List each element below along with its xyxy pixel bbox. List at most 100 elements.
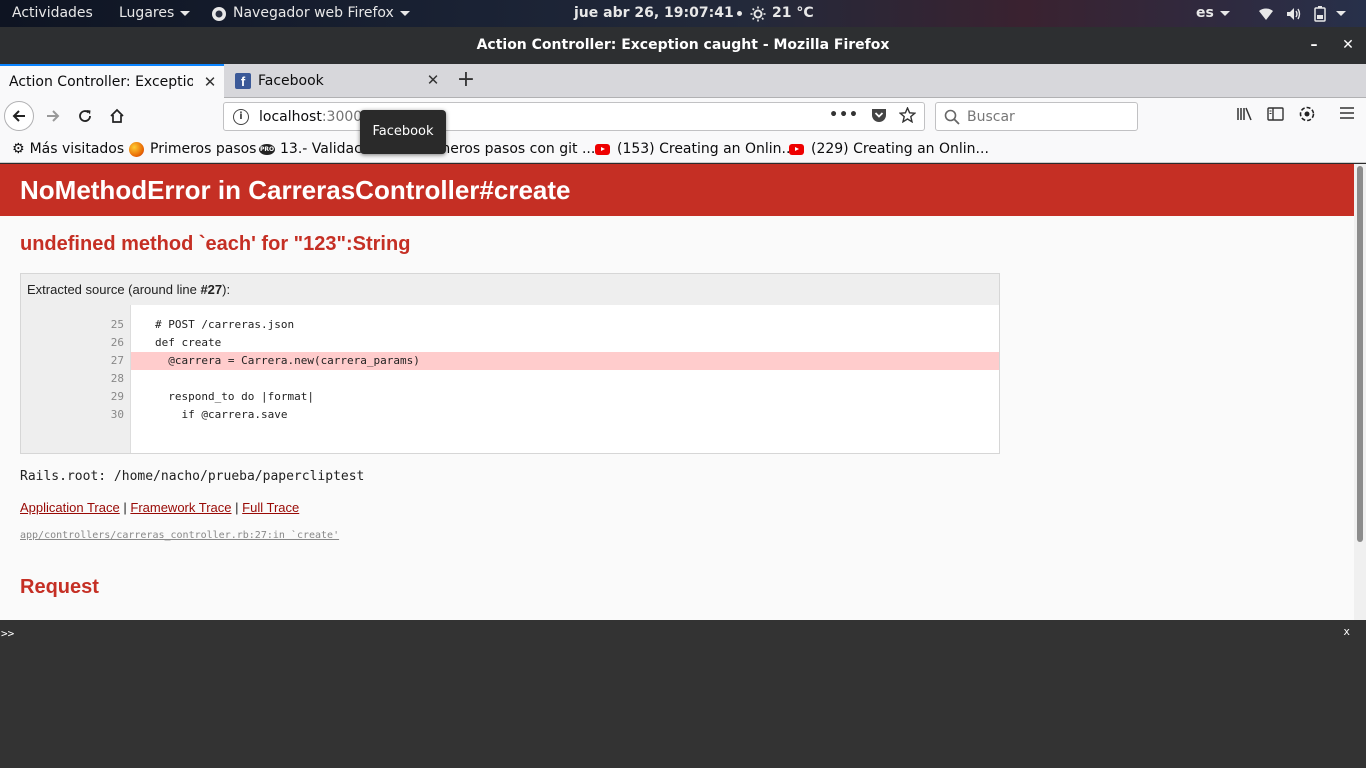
bookmark-most-visited[interactable]: ⚙ Más visitados	[12, 135, 124, 163]
trace-separator: |	[123, 500, 127, 515]
library-button[interactable]	[1236, 106, 1253, 126]
close-tab-icon[interactable]: ✕	[425, 72, 441, 88]
line-number: 30	[110, 408, 124, 421]
code-box: 25 # POST /carreras.json 26 def create 27 …	[21, 305, 999, 453]
line-number: 25	[110, 318, 124, 331]
new-tab-button[interactable]: +	[455, 64, 477, 98]
places-menu[interactable]: Lugares	[119, 0, 191, 27]
reload-icon	[79, 110, 91, 122]
line-number: 27	[110, 354, 124, 367]
tab-facebook[interactable]: f Facebook ✕	[226, 64, 447, 98]
language-label: es	[1196, 5, 1214, 21]
page-content: NoMethodError in CarrerasController#crea…	[0, 164, 1354, 620]
hamburger-menu-icon	[1340, 107, 1354, 119]
bookmark-primeros-pasos[interactable]: Primeros pasos	[129, 135, 256, 163]
page-actions-icon[interactable]: •••	[829, 107, 859, 123]
framework-trace-link[interactable]: Framework Trace	[130, 500, 231, 515]
source-caption-prefix: Extracted source (around line	[27, 282, 201, 297]
sun-icon	[750, 6, 766, 21]
trace-entry-link[interactable]: app/controllers/carreras_controller.rb:2…	[20, 530, 339, 541]
app-menu[interactable]: Navegador web Firefox	[211, 0, 410, 27]
language-selector[interactable]: es	[1196, 0, 1230, 27]
bookmarks-toolbar: ⚙ Más visitados Primeros pasos PRO 13.- Va…	[0, 135, 1366, 163]
line-code: if @carrera.save	[155, 408, 288, 421]
search-bar[interactable]	[935, 102, 1138, 131]
weather-indicator[interactable]: 21 °C	[750, 0, 814, 27]
clock-label: jue abr 26, 19:07:41	[574, 5, 734, 21]
library-icon	[1237, 107, 1252, 121]
system-menu[interactable]	[1258, 0, 1346, 27]
line-code: respond_to do |format|	[155, 390, 314, 403]
firefox-icon	[129, 141, 144, 157]
window-titlebar: Action Controller: Exception caught - Mo…	[0, 27, 1366, 64]
full-trace-link[interactable]: Full Trace	[242, 500, 299, 515]
home-button[interactable]	[102, 101, 132, 131]
activities-button[interactable]: Actividades	[12, 0, 93, 27]
request-heading: Request	[20, 576, 99, 598]
reload-button[interactable]	[70, 101, 100, 131]
tab-tooltip: Facebook	[360, 110, 446, 154]
battery-icon	[1314, 5, 1326, 22]
code-line: 26 def create	[21, 334, 999, 352]
pocket-icon[interactable]	[871, 108, 887, 123]
bookmark-star-icon[interactable]	[899, 107, 916, 123]
menu-button[interactable]	[1339, 106, 1355, 124]
window-title: Action Controller: Exception caught - Mo…	[476, 37, 890, 53]
tab-label: Facebook	[258, 73, 324, 89]
clock[interactable]: jue abr 26, 19:07:41	[574, 0, 742, 27]
search-icon	[944, 109, 960, 125]
facebook-favicon-icon: f	[235, 73, 251, 89]
volume-icon	[1287, 7, 1301, 20]
code-line-highlighted: 27 @carrera = Carrera.new(carrera_params…	[21, 352, 999, 370]
code-line: 30 if @carrera.save	[21, 406, 999, 424]
scrollbar-thumb[interactable]	[1357, 166, 1363, 542]
forward-arrow-icon	[47, 110, 60, 122]
line-number: 28	[110, 372, 124, 385]
tab-action-controller[interactable]: Action Controller: Exception caught ✕	[0, 64, 224, 98]
trace-separator: |	[235, 500, 239, 515]
line-code: @carrera = Carrera.new(carrera_params)	[131, 352, 999, 370]
code-line: 29 respond_to do |format|	[21, 388, 999, 406]
youtube-icon	[595, 143, 610, 155]
back-arrow-icon	[12, 110, 25, 122]
console-prompt: >>	[1, 627, 15, 640]
pro-favicon-icon: PRO	[259, 143, 275, 155]
application-trace-link[interactable]: Application Trace	[20, 500, 120, 515]
trace-links: Application Trace | Framework Trace | Fu…	[20, 500, 299, 515]
bookmark-label: (153) Creating an Onlin...	[617, 141, 795, 157]
bookmark-youtube-153[interactable]: (153) Creating an Onlin...	[595, 135, 795, 163]
close-window-button[interactable]: ✕	[1338, 35, 1358, 55]
console-close-button[interactable]: x	[1343, 625, 1350, 638]
forward-button[interactable]	[38, 101, 68, 131]
search-input[interactable]	[967, 108, 1127, 125]
bookmark-youtube-229[interactable]: (229) Creating an Onlin...	[789, 135, 989, 163]
code-line: 28	[21, 370, 999, 388]
minimize-button[interactable]: –	[1304, 35, 1324, 55]
url-bar[interactable]: i localhost:3000/carreras •••	[223, 102, 925, 131]
source-caption: Extracted source (around line #27):	[21, 274, 999, 305]
weather-label: 21 °C	[772, 5, 814, 21]
site-info-icon[interactable]: i	[233, 108, 249, 125]
chevron-down-icon	[1219, 10, 1230, 16]
line-number: 29	[110, 390, 124, 403]
close-tab-icon[interactable]: ✕	[202, 74, 218, 90]
web-console[interactable]: >> x	[0, 620, 1366, 768]
extension-button[interactable]	[1299, 106, 1315, 126]
extension-icon	[1299, 106, 1315, 122]
error-heading: NoMethodError in CarrerasController#crea…	[0, 164, 1354, 216]
bookmark-label: (229) Creating an Onlin...	[811, 141, 989, 157]
page-scrollbar[interactable]	[1354, 164, 1366, 620]
back-button[interactable]	[4, 101, 34, 131]
code-line: 25 # POST /carreras.json	[21, 316, 999, 334]
source-line-number: #27	[200, 282, 223, 297]
gnome-top-bar: Actividades Lugares Navegador web Firefo…	[0, 0, 1366, 27]
line-number: 26	[110, 336, 124, 349]
sidebar-button[interactable]	[1267, 106, 1284, 126]
bookmark-label: Primeros pasos	[150, 141, 257, 157]
wifi-icon	[1259, 7, 1273, 20]
url-host: localhost	[259, 108, 322, 125]
rails-root: Rails.root: /home/nacho/prueba/paperclip…	[20, 469, 365, 484]
error-message: undefined method `each' for "123":String	[20, 233, 411, 255]
navigation-bar: i localhost:3000/carreras •••	[0, 98, 1366, 135]
line-code: def create	[155, 336, 222, 349]
